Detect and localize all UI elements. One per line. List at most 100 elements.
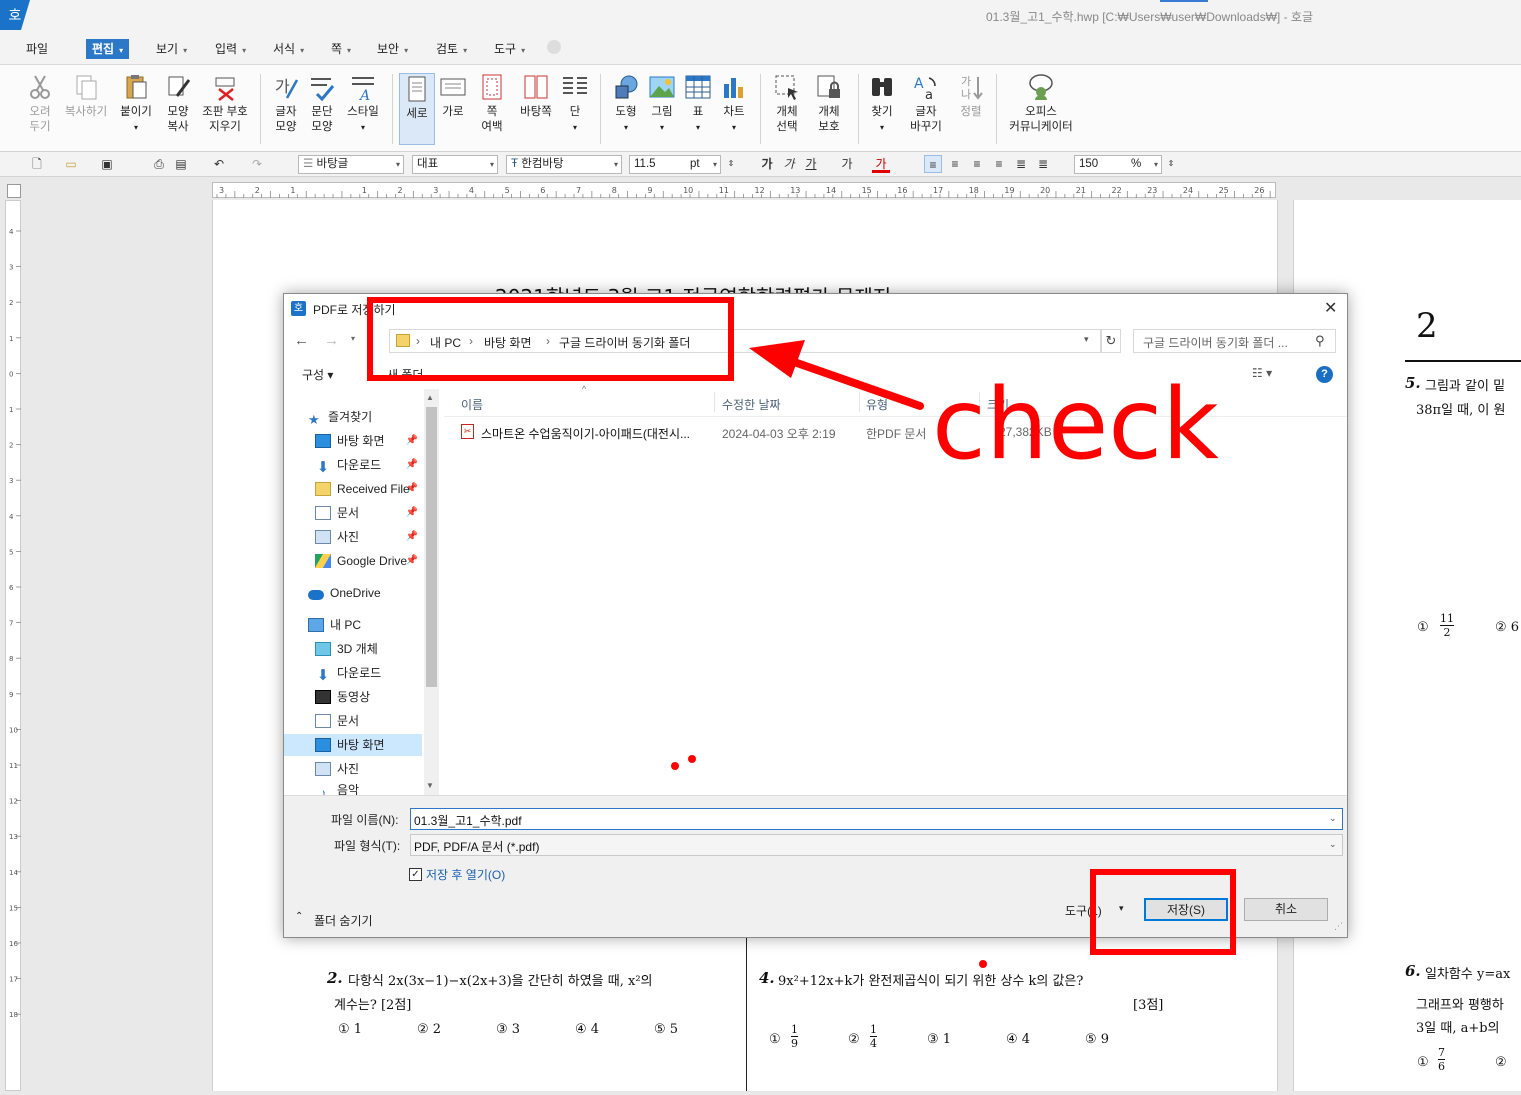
vertical-orientation-button[interactable]: 세로 — [399, 73, 435, 145]
menu-file[interactable]: 파일 — [22, 39, 52, 59]
resize-grip-icon[interactable]: ⋰ — [1334, 921, 1343, 932]
nav-pc-documents[interactable]: 문서 — [315, 710, 359, 732]
align-center-button[interactable]: ≡ — [968, 155, 986, 173]
nav-fav-received[interactable]: Received File 📌 — [315, 478, 422, 500]
horizontal-ruler[interactable]: 3 2 1 1 2 3 4 5 6 7 8 9 10 11 12 13 14 15 16 17 18 19 20 21 22 23… — [212, 182, 1280, 198]
nav-fav-documents[interactable]: 문서 📌 — [315, 502, 422, 524]
font-select[interactable]: Ŧ 한컴바탕 ▾ — [506, 155, 622, 174]
paragraph-style-select[interactable]: ☰ 바탕글 ▾ — [298, 155, 404, 174]
view-options-icon[interactable]: ☷ ▾ — [1252, 366, 1272, 380]
column-name[interactable]: 이름 — [461, 396, 483, 413]
nav-pc-videos[interactable]: 동영상 — [315, 686, 370, 708]
new-doc-icon[interactable]: 🗋 — [28, 155, 46, 173]
redo-icon[interactable]: ↷ — [248, 155, 266, 173]
find-button[interactable]: 찾기 ▾ — [866, 72, 898, 135]
search-box[interactable]: 구글 드라이버 동기화 폴더 ... ⚲ — [1133, 329, 1336, 353]
back-arrow-icon[interactable]: ← — [294, 332, 309, 349]
open-after-save-label[interactable]: 저장 후 열기(O) — [426, 866, 505, 883]
distribute-button[interactable]: ≣ — [1012, 155, 1030, 173]
refresh-icon[interactable]: ↻ — [1101, 329, 1121, 353]
preview-icon[interactable]: ▤ — [172, 155, 190, 173]
object-protect-button[interactable]: 개체 보호 — [810, 72, 848, 135]
nav-fav-google-drive[interactable]: Google Drive 📌 — [315, 550, 422, 572]
nav-pc-pictures[interactable]: 사진 — [315, 758, 359, 780]
ruler-label: 10 — [683, 186, 693, 195]
object-select-button[interactable]: 개체 선택 — [768, 72, 806, 135]
page-margin-button[interactable]: 쪽 여백 — [474, 72, 510, 135]
menu-security[interactable]: 보안 ▾ — [373, 39, 412, 59]
organize-button[interactable]: 구성 ▾ — [302, 366, 333, 383]
font-size-input[interactable]: 11.5 pt ▾ — [629, 155, 721, 174]
undo-icon[interactable]: ↶ — [210, 155, 228, 173]
nav-scrollbar[interactable]: ▲ ▼ — [424, 389, 439, 795]
italic-button[interactable]: 가 — [780, 155, 798, 173]
hide-folders-button[interactable]: 폴더 숨기기 — [314, 912, 373, 929]
sort-button[interactable]: 가나 정렬 — [955, 72, 987, 120]
chart-button[interactable]: 차트 ▾ — [718, 72, 750, 135]
recent-dropdown-icon[interactable]: ▾ — [351, 334, 355, 343]
cut-button[interactable]: 오려 두기 — [22, 72, 58, 135]
vertical-ruler[interactable]: 4 3 2 1 0 1 2 3 4 5 6 7 8 9 10 11 12 13 14 15 16 17 18 — [5, 200, 21, 1091]
nav-onedrive[interactable]: OneDrive — [308, 582, 381, 604]
menu-view[interactable]: 보기 ▾ — [152, 39, 191, 59]
vruler-label: 15 — [9, 904, 18, 912]
nav-pc-3d[interactable]: 3D 개체 — [315, 638, 378, 660]
menu-edit[interactable]: 편집 ▾ — [86, 39, 130, 59]
open-folder-icon[interactable]: ▭ — [62, 155, 80, 173]
nav-this-pc[interactable]: 내 PC — [308, 614, 361, 636]
cancel-button[interactable]: 취소 — [1244, 898, 1328, 921]
print-icon[interactable]: ⎙ — [150, 155, 168, 173]
bold-button[interactable]: 가 — [758, 155, 776, 173]
font-color-button[interactable]: 가 — [872, 155, 890, 173]
close-icon[interactable]: ✕ — [1324, 298, 1337, 318]
column-button[interactable]: 단 ▾ — [560, 72, 590, 135]
nav-pc-music[interactable]: ♪ 음악 — [315, 779, 359, 795]
nav-pc-downloads[interactable]: ⬇ 다운로드 — [315, 662, 381, 684]
align-justify-button[interactable]: ≡ — [924, 155, 942, 173]
horizontal-orientation-button[interactable]: 가로 — [437, 72, 469, 120]
menu-page[interactable]: 쪽 ▾ — [327, 39, 355, 59]
underline-button[interactable]: 가 — [802, 155, 820, 173]
address-dropdown-icon[interactable]: ▾ — [1084, 334, 1089, 345]
save-disk-icon[interactable]: ▣ — [98, 155, 116, 173]
format-copy-button[interactable]: 모양 복사 — [160, 72, 196, 135]
font-size-stepper[interactable]: ⇕ — [722, 155, 740, 173]
filetype-select[interactable]: PDF, PDF/A 문서 (*.pdf) ⌄ — [410, 834, 1343, 856]
help-icon[interactable] — [547, 40, 561, 54]
language-select[interactable]: 대표 ▾ — [412, 155, 498, 174]
menu-insert[interactable]: 입력 ▾ — [211, 39, 250, 59]
menu-review[interactable]: 검토 ▾ — [432, 39, 471, 59]
chevron-up-icon[interactable]: ⌃ — [295, 911, 303, 922]
nav-pc-desktop[interactable]: 바탕 화면 — [284, 734, 422, 756]
picture-button[interactable]: 그림 ▾ — [646, 72, 678, 135]
copy-button[interactable]: 복사하기 — [63, 72, 109, 120]
help-icon[interactable]: ? — [1316, 366, 1333, 383]
align-left-button[interactable]: ≡ — [946, 155, 964, 173]
vruler-label: 13 — [9, 833, 18, 841]
paste-button[interactable]: 붙이기 ▾ — [117, 72, 155, 135]
office-communicator-button[interactable]: 오피스 커뮤니케이터 — [1005, 72, 1077, 135]
scroll-thumb[interactable] — [426, 407, 437, 687]
menu-format[interactable]: 서식 ▾ — [269, 39, 308, 59]
style-button[interactable]: A 스타일 ▾ — [344, 72, 382, 135]
menu-tools[interactable]: 도구 ▾ — [490, 39, 529, 59]
table-button[interactable]: 표 ▾ — [682, 72, 714, 135]
nav-fav-pictures[interactable]: 사진 📌 — [315, 526, 422, 548]
nav-fav-downloads[interactable]: ⬇ 다운로드 📌 — [315, 454, 422, 476]
divide-button[interactable]: ≣ — [1034, 155, 1052, 173]
filename-input[interactable]: 01.3월_고1_수학.pdf ⌄ — [410, 808, 1343, 830]
nav-fav-desktop[interactable]: 바탕 화면 📌 — [315, 430, 422, 452]
background-page-button[interactable]: 바탕쪽 — [515, 72, 557, 120]
char-shape-button[interactable]: 가 글자 모양 — [268, 72, 304, 135]
nav-favorites[interactable]: ★ 즐겨찾기 — [308, 406, 372, 428]
open-after-save-checkbox[interactable]: ✓ — [409, 868, 422, 881]
para-shape-button[interactable]: 문단 모양 — [304, 72, 340, 135]
forward-arrow-icon[interactable]: → — [324, 332, 339, 349]
replace-button[interactable]: Aa 글자 바꾸기 — [904, 72, 948, 135]
zoom-input[interactable]: 150% ▾ — [1074, 155, 1162, 174]
align-right-button[interactable]: ≡ — [990, 155, 1008, 173]
clear-format-button[interactable]: 조판 부호 지우기 — [200, 72, 250, 135]
zoom-stepper[interactable]: ⇕ — [1162, 155, 1180, 173]
strike-button[interactable]: 가 — [838, 155, 856, 173]
shape-button[interactable]: 도형 ▾ — [609, 72, 643, 135]
